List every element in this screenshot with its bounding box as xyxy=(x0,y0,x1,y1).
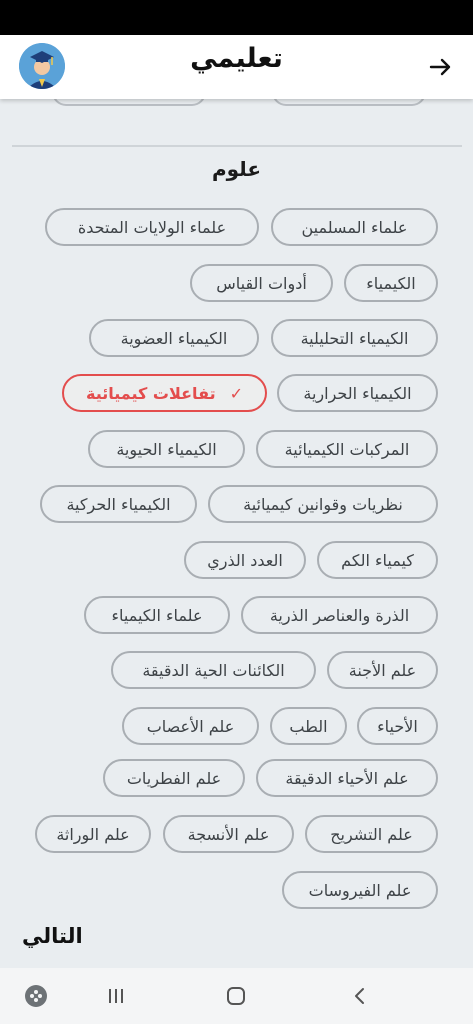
topic-chip[interactable]: علم الفيروسات xyxy=(282,871,438,909)
status-bar xyxy=(0,0,473,35)
topic-chip[interactable]: الكيمياء الحرارية xyxy=(277,374,438,412)
chip-label: الكيمياء التحليلية xyxy=(300,328,409,348)
next-section-title: التالي xyxy=(22,924,83,948)
topic-chip[interactable]: علم الأنسجة xyxy=(163,815,294,853)
chip-label: الأحياء xyxy=(377,716,418,736)
section-divider xyxy=(12,145,462,147)
topic-chip[interactable]: علم الوراثة xyxy=(35,815,151,853)
topic-chip[interactable]: الذرة والعناصر الذرية xyxy=(241,596,438,634)
topic-chip[interactable]: الأحياء xyxy=(357,707,438,745)
chip-label: الطب xyxy=(289,716,328,736)
back-icon[interactable] xyxy=(340,968,380,1024)
chip-label: الكيمياء الحرارية xyxy=(303,383,412,403)
chip-label: علم الأنسجة xyxy=(187,824,270,844)
chip-label: علم الفيروسات xyxy=(308,880,412,900)
topic-chip[interactable]: علماء الكيمياء xyxy=(84,596,230,634)
home-icon[interactable] xyxy=(216,968,256,1024)
topic-chip[interactable]: نظريات وقوانين كيميائية xyxy=(208,485,438,523)
topic-chip[interactable]: العدد الذري xyxy=(184,541,306,579)
topic-chip[interactable]: الكيمياء xyxy=(344,264,438,302)
chip-label: علماء الكيمياء xyxy=(111,605,203,625)
topic-chip[interactable]: علم الأعصاب xyxy=(122,707,259,745)
topic-chip[interactable]: الكيمياء العضوية xyxy=(89,319,259,357)
section-title: علوم xyxy=(211,157,262,181)
chip-label: علماء الولايات المتحدة xyxy=(77,217,227,237)
topic-chip[interactable]: علم الأحياء الدقيقة xyxy=(256,759,438,797)
topic-chip[interactable]: علم الأجنة xyxy=(327,651,438,689)
app-header: تعليمي xyxy=(0,35,473,99)
topic-chip[interactable]: علم التشريح xyxy=(305,815,438,853)
chip-label: الكيمياء العضوية xyxy=(120,328,228,348)
topic-chip[interactable]: الكيمياء الحركية xyxy=(40,485,197,523)
chip-label: علم الوراثة xyxy=(56,824,130,844)
chip-label: الكيمياء الحركية xyxy=(66,494,171,514)
topic-chip[interactable]: أدوات القياس xyxy=(190,264,333,302)
checkmark-icon: ✓ xyxy=(229,383,243,403)
chip-label: نظريات وقوانين كيميائية xyxy=(243,494,403,514)
recent-apps-icon[interactable] xyxy=(96,968,136,1024)
chip-label: علم الأعصاب xyxy=(146,716,235,736)
topic-chip[interactable]: علماء الولايات المتحدة xyxy=(45,208,259,246)
topic-chip[interactable]: الكيمياء التحليلية xyxy=(271,319,438,357)
game-launcher-icon[interactable] xyxy=(16,968,56,1024)
chip-label: علماء المسلمين xyxy=(301,217,408,237)
chip-label: العدد الذري xyxy=(207,550,283,570)
chip-label: علم الفطريات xyxy=(126,768,222,788)
topic-chip[interactable]: الكيمياء الحيوية xyxy=(88,430,245,468)
topic-chip[interactable]: الكائنات الحية الدقيقة xyxy=(111,651,316,689)
topic-chip[interactable]: المركبات الكيميائية xyxy=(256,430,438,468)
topic-chip[interactable]: علماء المسلمين xyxy=(271,208,438,246)
topic-chip-selected[interactable]: تفاعلات كيميائية ✓ xyxy=(62,374,267,412)
page-title: تعليمي xyxy=(190,43,283,74)
topic-chip[interactable]: كيمياء الكم xyxy=(317,541,438,579)
chip-label: الذرة والعناصر الذرية xyxy=(269,605,410,625)
chip-label: علم الأجنة xyxy=(348,660,417,680)
chip-label: المركبات الكيميائية xyxy=(284,439,410,459)
chip-label: علم الأحياء الدقيقة xyxy=(285,768,409,788)
chip-label: الكيمياء xyxy=(366,273,416,293)
chip-label: كيمياء الكم xyxy=(341,550,414,570)
chip-label: علم التشريح xyxy=(330,824,413,844)
arrow-forward-icon[interactable] xyxy=(427,53,455,81)
chip-label: تفاعلات كيميائية xyxy=(85,383,216,403)
topic-chip[interactable]: الطب xyxy=(270,707,347,745)
topic-chip[interactable]: علم الفطريات xyxy=(103,759,245,797)
chip-label: الكيمياء الحيوية xyxy=(116,439,217,459)
chip-label: الكائنات الحية الدقيقة xyxy=(142,660,285,680)
system-nav-bar xyxy=(0,968,473,1024)
chip-label: أدوات القياس xyxy=(216,273,307,293)
